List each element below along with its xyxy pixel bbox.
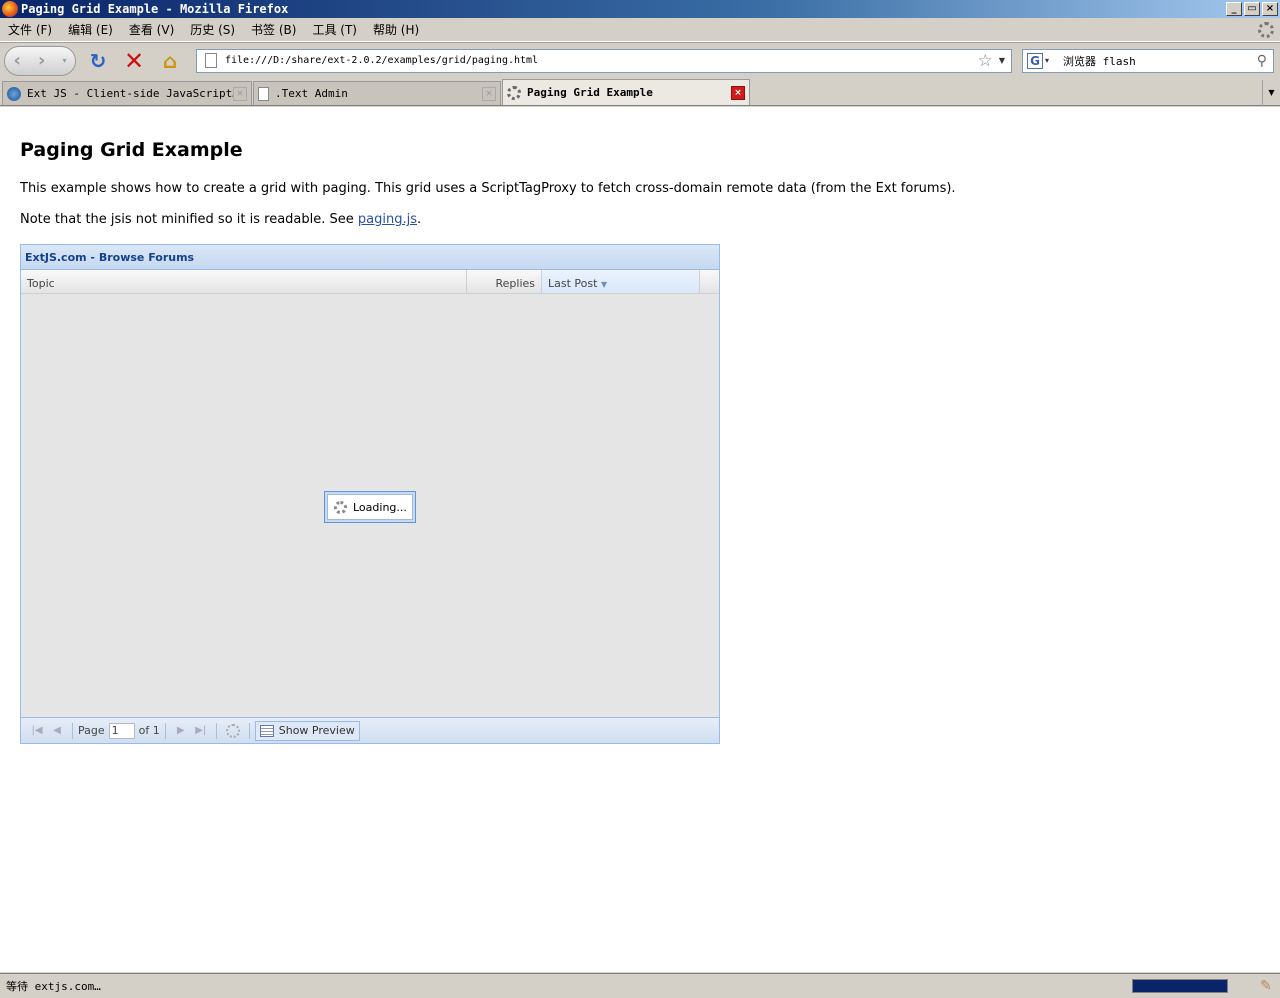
tab-extjs[interactable]: Ext JS - Client-side JavaScript… × — [2, 81, 252, 105]
status-bar: 等待 extjs.com… ✎ — [0, 973, 1280, 998]
window-controls: _ ▭ × — [1226, 2, 1278, 16]
separator — [164, 722, 166, 739]
tab-strip: Ext JS - Client-side JavaScript… × .Text… — [0, 79, 1280, 106]
column-label: Last Post — [548, 277, 598, 290]
tab-text-admin[interactable]: .Text Admin × — [253, 81, 501, 105]
throbber-icon — [1258, 22, 1274, 38]
minimize-button[interactable]: _ — [1226, 2, 1242, 16]
column-topic[interactable]: Topic — [21, 270, 467, 293]
tab-list-icon[interactable]: ▼ — [1262, 80, 1280, 106]
menu-bookmarks[interactable]: 书签 (B) — [243, 21, 304, 38]
status-text: 等待 extjs.com… — [6, 980, 101, 993]
page-icon — [205, 53, 217, 68]
extjs-icon — [7, 86, 21, 101]
search-bar[interactable]: G ▾ 浏览器 flash ⚲ — [1022, 48, 1274, 73]
column-last-post[interactable]: Last Post ▼ — [542, 270, 700, 293]
page-number-input[interactable]: 1 — [108, 722, 135, 739]
close-button[interactable]: × — [1262, 2, 1278, 16]
loading-mask: Loading... — [324, 491, 416, 523]
maximize-button[interactable]: ▭ — [1244, 2, 1260, 16]
description-text: This example shows how to create a grid … — [20, 181, 956, 196]
reload-icon[interactable]: ↻ — [84, 47, 112, 75]
note-suffix: . — [417, 212, 422, 227]
menu-help[interactable]: 帮助 (H) — [365, 21, 427, 38]
close-icon[interactable]: × — [233, 86, 247, 101]
close-icon[interactable]: × — [731, 85, 745, 100]
menu-history[interactable]: 历史 (S) — [182, 21, 243, 38]
first-page-icon[interactable]: |◀ — [27, 725, 47, 736]
back-arrow-icon[interactable]: ‹ — [14, 50, 21, 71]
window-title-bar: Paging Grid Example - Mozilla Firefox _ … — [0, 0, 1280, 18]
grid-title: ExtJS.com - Browse Forums — [21, 245, 719, 270]
url-input[interactable]: file:///D:/share/ext-2.0.2/examples/grid… — [225, 55, 978, 66]
note-prefix: Note that the jsis not minified so it is… — [20, 212, 358, 227]
paging-toolbar: |◀ ◀ Page 1 of 1 ▶ ▶| Show Preview — [21, 717, 719, 743]
menu-edit[interactable]: 编辑 (E) — [60, 21, 121, 38]
note-text: Note that the jsis not minified so it is… — [20, 212, 421, 227]
grid-column-headers: Topic Replies Last Post ▼ — [21, 270, 719, 294]
show-preview-label: Show Preview — [278, 724, 355, 737]
firefox-icon — [2, 1, 18, 17]
next-page-icon[interactable]: ▶ — [171, 725, 191, 736]
history-dropdown-icon[interactable]: ▾ — [62, 56, 66, 65]
tab-label: Paging Grid Example — [527, 86, 653, 99]
page-content: Paging Grid Example This example shows h… — [0, 107, 1280, 972]
preview-icon — [259, 724, 274, 737]
progress-bar — [1132, 979, 1228, 993]
navigation-toolbar: ‹ › ▾ ↻ ✕ ⌂ file:///D:/share/ext-2.0.2/e… — [0, 42, 1280, 78]
column-replies[interactable]: Replies — [467, 270, 542, 293]
search-input[interactable]: 浏览器 flash — [1063, 53, 1257, 69]
forum-grid: ExtJS.com - Browse Forums Topic Replies … — [20, 244, 720, 744]
sort-desc-icon: ▼ — [600, 280, 608, 289]
page-title: Paging Grid Example — [20, 139, 243, 161]
paging-js-link[interactable]: paging.js — [358, 212, 417, 227]
tab-label: .Text Admin — [275, 87, 348, 100]
url-dropdown-icon[interactable]: ▼ — [999, 56, 1005, 65]
menu-file[interactable]: 文件 (F) — [0, 21, 60, 38]
back-forward-buttons: ‹ › ▾ — [4, 45, 76, 76]
separator — [72, 722, 73, 739]
forward-arrow-icon[interactable]: › — [38, 50, 45, 71]
page-count-label: of 1 — [138, 724, 160, 737]
stop-icon[interactable]: ✕ — [120, 47, 148, 75]
menu-tools[interactable]: 工具 (T) — [304, 21, 365, 38]
engine-dropdown-icon[interactable]: ▾ — [1045, 56, 1049, 65]
tab-paging-grid[interactable]: Paging Grid Example × — [502, 79, 750, 105]
close-icon[interactable]: × — [482, 86, 496, 101]
page-label: Page — [78, 724, 105, 737]
refresh-icon[interactable] — [225, 723, 240, 738]
loading-icon — [334, 500, 347, 514]
show-preview-button[interactable]: Show Preview — [254, 720, 360, 741]
search-icon[interactable]: ⚲ — [1257, 53, 1267, 69]
home-icon[interactable]: ⌂ — [156, 47, 184, 75]
page-icon — [258, 86, 269, 101]
window-title: Paging Grid Example - Mozilla Firefox — [21, 2, 289, 16]
menu-bar: 文件 (F) 编辑 (E) 查看 (V) 历史 (S) 书签 (B) 工具 (T… — [0, 18, 1280, 42]
last-page-icon[interactable]: ▶| — [191, 725, 211, 736]
menu-view[interactable]: 查看 (V) — [121, 21, 182, 38]
search-engine-icon[interactable]: G — [1027, 52, 1043, 69]
separator — [248, 722, 250, 739]
bookmark-star-icon[interactable]: ☆ — [978, 51, 993, 71]
prev-page-icon[interactable]: ◀ — [47, 725, 67, 736]
column-spacer — [700, 270, 719, 293]
loading-message: Loading... — [327, 494, 413, 520]
grid-body: Loading... — [21, 294, 719, 717]
loading-icon — [507, 85, 521, 100]
tab-label: Ext JS - Client-side JavaScript… — [27, 87, 233, 100]
separator — [215, 722, 217, 739]
loading-text: Loading... — [353, 500, 407, 514]
status-addon-icon[interactable]: ✎ — [1258, 978, 1274, 994]
url-bar[interactable]: file:///D:/share/ext-2.0.2/examples/grid… — [196, 48, 1012, 73]
